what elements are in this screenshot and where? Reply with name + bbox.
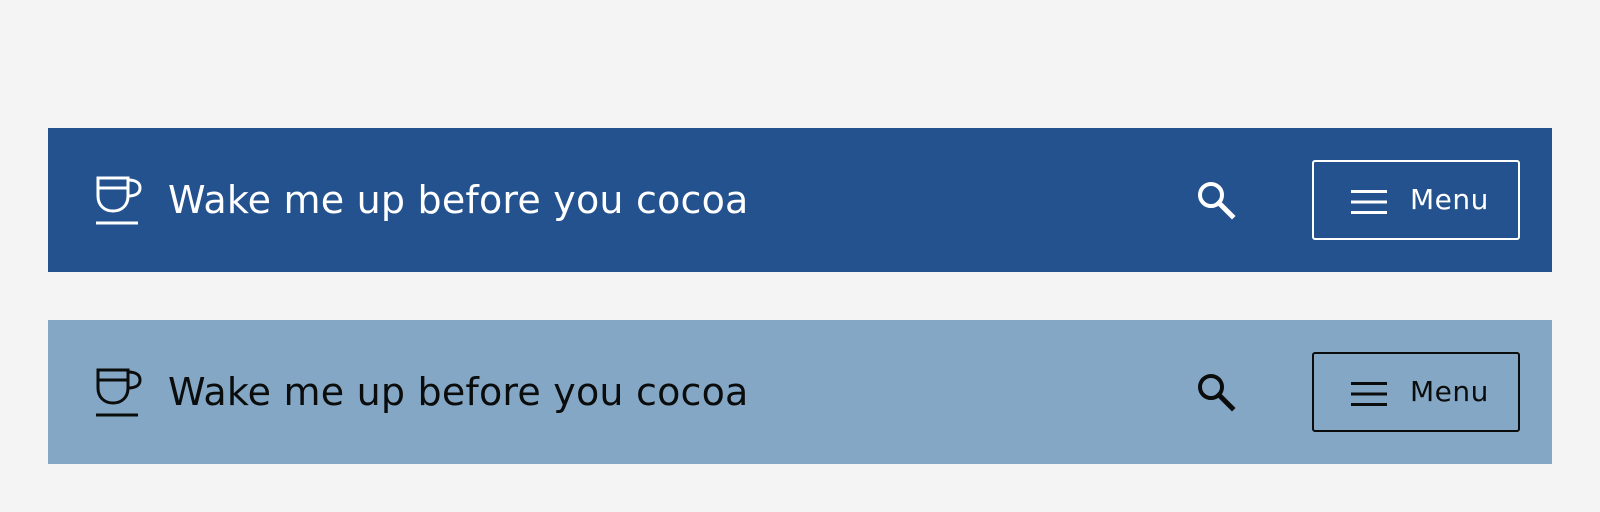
search-icon xyxy=(1198,182,1236,220)
search-button[interactable] xyxy=(1196,372,1236,412)
header-bar-dark: Wake me up before you cocoa Menu xyxy=(48,128,1552,272)
header-bar-light: Wake me up before you cocoa Menu xyxy=(48,320,1552,464)
hamburger-icon xyxy=(1351,190,1387,214)
hamburger-icon xyxy=(1351,382,1387,406)
cup-icon[interactable] xyxy=(96,174,142,226)
site-title[interactable]: Wake me up before you cocoa xyxy=(168,128,749,272)
cup-icon[interactable] xyxy=(96,366,142,418)
site-title[interactable]: Wake me up before you cocoa xyxy=(168,320,749,464)
menu-button-label: Menu xyxy=(1410,183,1489,216)
search-icon xyxy=(1198,374,1236,412)
search-button[interactable] xyxy=(1196,180,1236,220)
menu-button-label: Menu xyxy=(1410,375,1489,408)
menu-button[interactable]: Menu xyxy=(1312,352,1520,432)
menu-button[interactable]: Menu xyxy=(1312,160,1520,240)
